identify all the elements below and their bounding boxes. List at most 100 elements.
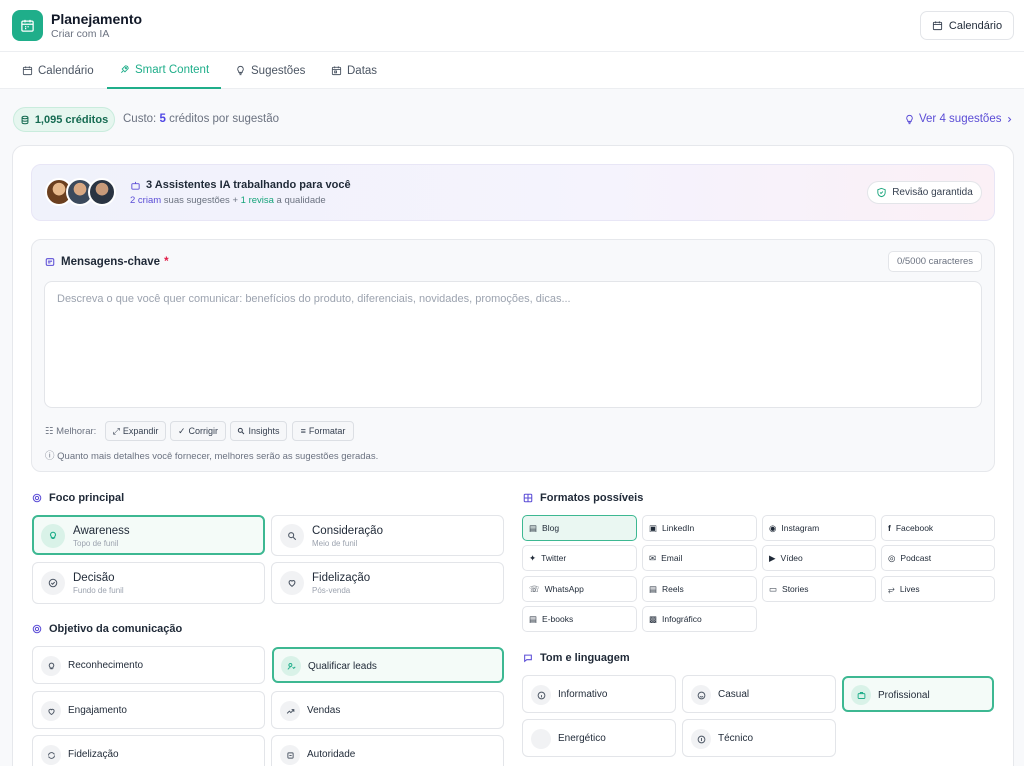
- format-option-ebooks[interactable]: ▤ E-books: [522, 606, 637, 632]
- credits-value: 1,095 créditos: [34, 113, 109, 126]
- objective-option-engajamento[interactable]: Engajamento: [32, 691, 265, 729]
- tone-option-profissional[interactable]: Profissional: [842, 676, 994, 712]
- search-icon: [280, 524, 304, 548]
- formats-section-title: Formatos possíveis: [523, 492, 643, 504]
- user-filter-icon: [281, 656, 301, 676]
- lightbulb-icon: [237, 65, 244, 76]
- target-icon: [32, 624, 42, 634]
- format-option-email[interactable]: ✉ Email: [642, 545, 757, 571]
- banner-create-text: suas sugestões +: [163, 195, 238, 206]
- objective-option-autoridade[interactable]: Autoridade: [271, 735, 504, 766]
- whatsapp-icon: ☏: [529, 583, 540, 594]
- focus-option-title: Fidelização: [312, 572, 371, 584]
- message-icon: [45, 258, 55, 266]
- list-icon: ≡: [300, 426, 306, 436]
- mail-icon: ✉: [649, 552, 657, 563]
- book-icon: ▤: [529, 613, 538, 624]
- focus-option-title: Decisão: [73, 572, 115, 584]
- check-icon: ✓: [177, 425, 186, 436]
- improve-label-row: ☷ Melhorar:: [45, 426, 96, 437]
- heart-icon: [41, 701, 61, 721]
- format-label: Reels: [662, 584, 684, 594]
- hint-label: Quanto mais detalhes você fornecer, melh…: [57, 451, 379, 462]
- review-guaranteed-badge: Revisão garantida: [867, 181, 982, 204]
- correct-button[interactable]: ✓ Corrigir: [170, 421, 226, 441]
- key-messages-textarea[interactable]: [44, 281, 982, 408]
- tab-label: Sugestões: [251, 64, 306, 77]
- focus-option-decisao[interactable]: Decisão Fundo de funil: [32, 562, 265, 604]
- format-option-whatsapp[interactable]: ☏ WhatsApp: [522, 576, 637, 602]
- format-option-reels[interactable]: ▤ Reels: [642, 576, 757, 602]
- tab-smart-content[interactable]: Smart Content: [107, 52, 221, 89]
- tone-option-energetico[interactable]: Energético: [522, 719, 676, 757]
- tab-calendario[interactable]: Calendário: [22, 52, 94, 89]
- tab-sugestoes[interactable]: Sugestões: [235, 52, 305, 89]
- facebook-icon: f: [888, 523, 891, 533]
- objective-option-qualificar-leads[interactable]: Qualificar leads: [272, 647, 504, 683]
- see-suggestions-label: Ver 4 sugestões: [919, 113, 1002, 125]
- banner-title: 3 Assistentes IA trabalhando para você: [146, 179, 351, 191]
- tone-option-casual[interactable]: Casual: [682, 675, 836, 713]
- tone-title: Tom e linguagem: [540, 652, 630, 664]
- focus-option-subtitle: Meio de funil: [312, 539, 358, 548]
- key-messages-title: Mensagens-chave *: [61, 256, 169, 268]
- format-option-infografico[interactable]: ▩ Infográfico: [642, 606, 757, 632]
- tab-label: Calendário: [38, 64, 94, 77]
- insights-button[interactable]: Insights: [230, 421, 287, 441]
- focus-section-title: Foco principal: [32, 492, 124, 504]
- app-header: Planejamento Criar com IA Calendário: [0, 0, 1024, 52]
- objective-option-label: Autoridade: [307, 749, 356, 760]
- focus-option-subtitle: Topo de funil: [73, 539, 119, 548]
- tab-datas[interactable]: Datas: [331, 52, 377, 89]
- objective-option-label: Reconhecimento: [68, 660, 144, 671]
- expand-icon: ⤢: [112, 425, 120, 436]
- page-title: Planejamento: [51, 11, 143, 27]
- info-icon: [531, 685, 551, 705]
- info-icon: ⓘ: [45, 451, 55, 462]
- focus-option-subtitle: Pós-venda: [312, 586, 351, 595]
- tone-option-label: Casual: [718, 689, 750, 700]
- rocket-icon: [120, 65, 129, 74]
- expand-button[interactable]: ⤢ Expandir: [105, 421, 166, 441]
- instagram-icon: ◉: [769, 522, 777, 533]
- avatar-assistant-3: [88, 178, 116, 206]
- format-label: Podcast: [900, 553, 932, 563]
- tone-option-informativo[interactable]: Informativo: [522, 675, 676, 713]
- objective-option-reconhecimento[interactable]: Reconhecimento: [32, 646, 265, 684]
- format-label: Instagram: [781, 523, 820, 533]
- linkedin-icon: ▣: [649, 522, 658, 533]
- formats-title: Formatos possíveis: [540, 492, 644, 504]
- tone-option-label: Profissional: [878, 690, 930, 701]
- calendar-button-label: Calendário: [948, 19, 1003, 32]
- focus-option-consideracao[interactable]: Consideração Meio de funil: [271, 515, 504, 556]
- format-option-linkedin[interactable]: ▣ LinkedIn: [642, 515, 757, 541]
- lightbulb-icon: [41, 524, 65, 548]
- see-suggestions-link[interactable]: Ver 4 sugestões: [904, 113, 1014, 125]
- focus-title: Foco principal: [49, 492, 125, 504]
- format-option-lives[interactable]: ⥂ Lives: [881, 576, 995, 602]
- layout-grid-icon: [523, 493, 533, 503]
- podcast-icon: ◎: [888, 552, 896, 563]
- format-option-podcast[interactable]: ◎ Podcast: [881, 545, 995, 571]
- format-option-twitter[interactable]: ✦ Twitter: [522, 545, 637, 571]
- format-option-facebook[interactable]: f Facebook: [881, 515, 995, 541]
- format-option-blog[interactable]: ▤ Blog: [522, 515, 637, 541]
- banner-review-text: a qualidade: [276, 195, 326, 206]
- tone-option-tecnico[interactable]: Técnico: [682, 719, 836, 757]
- objective-option-fidelizacao[interactable]: Fidelização: [32, 735, 265, 766]
- objective-option-label: Fidelização: [68, 749, 119, 760]
- zap-icon: [531, 729, 551, 749]
- stories-icon: ▭: [769, 583, 778, 594]
- format-option-instagram[interactable]: ◉ Instagram: [762, 515, 876, 541]
- focus-option-fidelizacao[interactable]: Fidelização Pós-venda: [271, 562, 504, 604]
- format-button[interactable]: ≡ Formatar: [292, 421, 354, 441]
- hint-text: ⓘ Quanto mais detalhes você fornecer, me…: [45, 448, 378, 462]
- focus-option-awareness[interactable]: Awareness Topo de funil: [32, 515, 265, 555]
- format-label: Vídeo: [780, 553, 803, 563]
- format-label: Twitter: [541, 553, 567, 563]
- format-label: Infográfico: [662, 614, 702, 624]
- format-option-video[interactable]: ▶ Vídeo: [762, 545, 876, 571]
- objective-option-vendas[interactable]: Vendas: [271, 691, 504, 729]
- format-option-stories[interactable]: ▭ Stories: [762, 576, 876, 602]
- calendar-button[interactable]: Calendário: [920, 11, 1014, 40]
